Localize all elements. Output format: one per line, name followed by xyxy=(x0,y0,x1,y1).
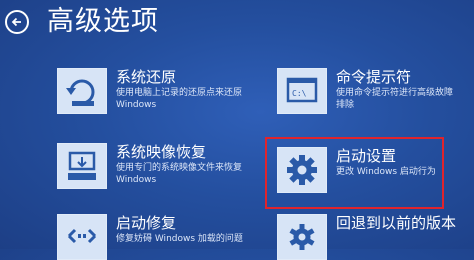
option-go-back[interactable]: 回退到以前的版本 xyxy=(277,214,472,260)
back-button[interactable] xyxy=(5,10,29,34)
page-title: 高级选项 xyxy=(47,6,159,37)
option-system-image-recovery[interactable]: 系统映像恢复 使用专门的系统映像文件来恢复 Windows xyxy=(57,143,257,193)
go-back-icon xyxy=(277,214,327,260)
option-description: 修复妨碍 Windows 加载的问题 xyxy=(116,234,243,244)
startup-repair-icon xyxy=(57,214,107,260)
option-label: 命令提示符 xyxy=(336,68,412,86)
command-prompt-icon: C:\ xyxy=(277,68,327,114)
option-label: 系统还原 xyxy=(116,68,177,86)
arrow-left-icon xyxy=(11,17,21,27)
option-description: 使用命令提示符进行高级故障 排除 xyxy=(336,88,454,110)
option-startup-repair[interactable]: 启动修复 修复妨碍 Windows 加载的问题 xyxy=(57,214,257,260)
option-description: 使用专门的系统映像文件来恢复 Windows xyxy=(116,163,243,185)
option-label: 系统映像恢复 xyxy=(116,143,207,161)
system-restore-icon xyxy=(57,68,107,114)
option-description: 使用电脑上记录的还原点来还原 Windows xyxy=(116,88,243,110)
option-system-restore[interactable]: 系统还原 使用电脑上记录的还原点来还原 Windows xyxy=(57,68,257,118)
highlight-box xyxy=(265,137,444,209)
option-label: 启动修复 xyxy=(116,214,177,232)
option-label: 回退到以前的版本 xyxy=(336,214,457,232)
svg-text:C:\: C:\ xyxy=(292,89,307,98)
system-image-icon xyxy=(57,143,107,189)
option-command-prompt[interactable]: C:\ 命令提示符 使用命令提示符进行高级故障 排除 xyxy=(277,68,467,118)
